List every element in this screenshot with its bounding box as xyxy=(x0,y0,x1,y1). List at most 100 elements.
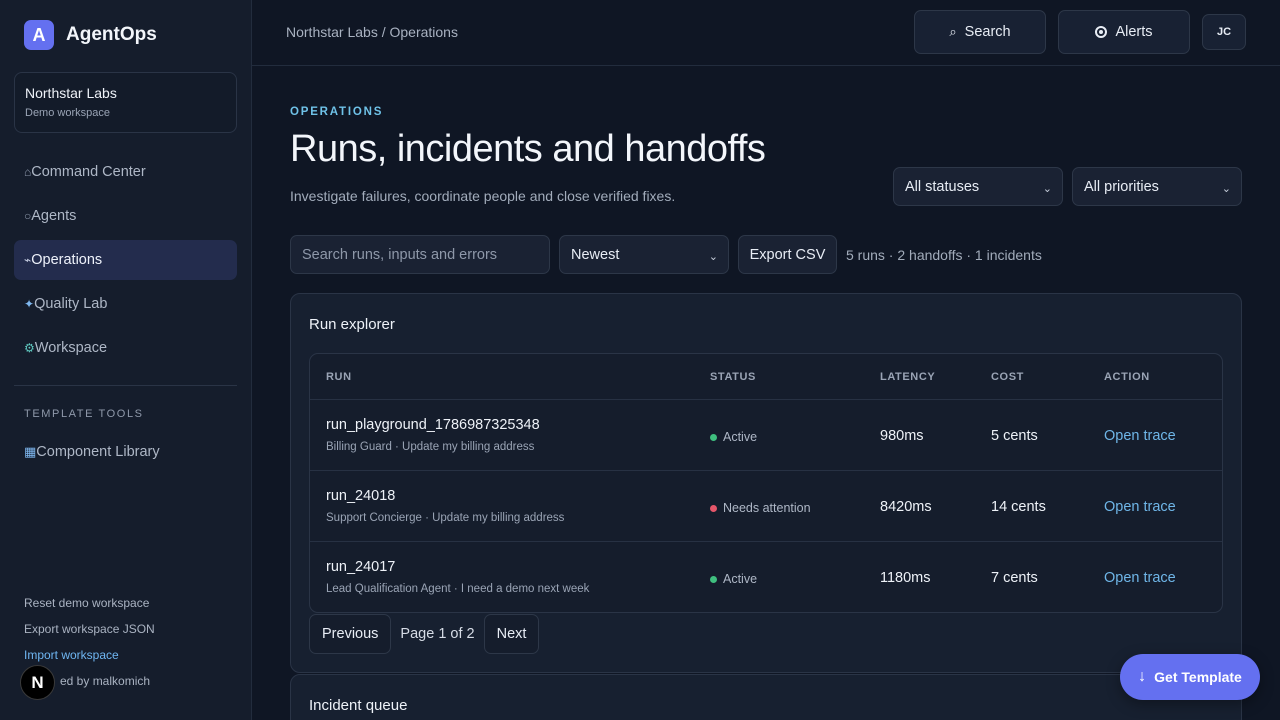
open-trace-link[interactable]: Open trace xyxy=(1104,570,1176,586)
column-status: STATUS xyxy=(710,371,756,383)
search-button[interactable]: ⌕ Search xyxy=(914,10,1046,54)
run-id: run_24017 xyxy=(326,559,396,575)
chevron-down-icon: ⌄ xyxy=(1221,183,1231,195)
status-badge: Needs attention xyxy=(710,501,811,515)
run-context: Billing Guard · Update my billing addres… xyxy=(326,441,535,453)
workspace-switcher[interactable]: Northstar Labs Demo workspace xyxy=(14,72,237,133)
get-template-label: Get Template xyxy=(1154,669,1242,685)
topbar: Northstar Labs / Operations ⌕ Search Ale… xyxy=(252,0,1280,66)
runs-table: RUN STATUS LATENCY COST ACTION run_playg… xyxy=(309,353,1223,613)
sidebar-item-quality-lab[interactable]: ✦ Quality Lab xyxy=(14,284,237,324)
status-badge: Active xyxy=(710,572,757,586)
run-id: run_playground_1786987325348 xyxy=(326,417,540,433)
runs-search-input[interactable] xyxy=(290,235,550,274)
page-title: Runs, incidents and handoffs xyxy=(290,128,766,170)
brand-logo: A xyxy=(24,20,54,50)
sparkle-icon: ✦ xyxy=(24,297,35,311)
priority-filter-value: All priorities xyxy=(1084,178,1159,195)
breadcrumb: Northstar Labs / Operations xyxy=(286,24,458,40)
workspace-subtitle: Demo workspace xyxy=(25,107,110,119)
operations-icon: ⌁ xyxy=(24,253,32,267)
table-row: run_playground_1786987325348 Billing Gua… xyxy=(310,400,1222,471)
incident-queue-title: Incident queue xyxy=(309,697,408,714)
open-trace-link[interactable]: Open trace xyxy=(1104,428,1176,444)
sidebar-item-command-center[interactable]: ⌂ Command Center xyxy=(14,152,237,192)
status-dot-icon xyxy=(710,433,717,441)
run-id: run_24018 xyxy=(326,488,396,504)
status-filter-select[interactable]: All statuses ⌄ xyxy=(893,167,1063,206)
chevron-down-icon: ⌄ xyxy=(1042,183,1052,195)
status-dot-icon xyxy=(710,575,717,583)
sidebar-nav: ⌂ Command Center ○ Agents ⌁ Operations ✦… xyxy=(14,152,237,372)
runs-summary: 5 runs · 2 handoffs · 1 incidents xyxy=(846,247,1042,263)
home-icon: ⌂ xyxy=(24,165,32,179)
column-action: ACTION xyxy=(1104,371,1150,383)
sidebar-item-label: Operations xyxy=(31,252,103,268)
run-explorer-panel: Run explorer RUN STATUS LATENCY COST ACT… xyxy=(290,293,1242,673)
sort-value: Newest xyxy=(571,246,620,263)
table-row: run_24017 Lead Qualification Agent · I n… xyxy=(310,542,1222,612)
status-dot-icon xyxy=(710,504,717,512)
sidebar-item-agents[interactable]: ○ Agents xyxy=(14,196,237,236)
sidebar-item-label: Command Center xyxy=(31,164,146,180)
next-page-button[interactable]: Next xyxy=(483,614,540,654)
column-cost: COST xyxy=(991,371,1024,383)
previous-page-button[interactable]: Previous xyxy=(309,614,392,654)
n-badge-icon[interactable]: N xyxy=(20,665,55,700)
table-row: run_24018 Support Concierge · Update my … xyxy=(310,471,1222,542)
run-latency: 1180ms xyxy=(880,570,931,586)
run-latency: 8420ms xyxy=(880,499,932,515)
priority-filter-select[interactable]: All priorities ⌄ xyxy=(1072,167,1242,206)
status-filter-value: All statuses xyxy=(905,178,980,195)
run-latency: 980ms xyxy=(880,428,924,444)
sidebar-divider xyxy=(14,385,237,386)
export-workspace-link[interactable]: Export workspace JSON xyxy=(24,622,155,648)
sidebar-item-component-library[interactable]: ▦ Component Library xyxy=(24,444,160,460)
export-csv-button[interactable]: Export CSV xyxy=(738,235,837,274)
table-header: RUN STATUS LATENCY COST ACTION xyxy=(310,354,1222,400)
search-icon: ⌕ xyxy=(949,24,957,39)
chevron-down-icon: ⌄ xyxy=(708,251,718,263)
status-label: Needs attention xyxy=(723,501,811,515)
template-tools-heading: TEMPLATE TOOLS xyxy=(24,408,144,420)
search-button-label: Search xyxy=(964,24,1011,40)
alerts-button-label: Alerts xyxy=(1115,24,1153,40)
sidebar-item-operations[interactable]: ⌁ Operations xyxy=(14,240,237,280)
get-template-button[interactable]: ↓ Get Template xyxy=(1120,654,1260,700)
run-cost: 14 cents xyxy=(991,499,1046,515)
open-trace-link[interactable]: Open trace xyxy=(1104,499,1176,515)
reset-workspace-link[interactable]: Reset demo workspace xyxy=(24,596,155,622)
column-latency: LATENCY xyxy=(880,371,936,383)
page-subtitle: Investigate failures, coordinate people … xyxy=(290,188,676,204)
brand-name: AgentOps xyxy=(66,24,157,45)
sidebar-item-label: Quality Lab xyxy=(34,296,108,312)
run-context: Support Concierge · Update my billing ad… xyxy=(326,512,565,524)
workspace-name: Northstar Labs xyxy=(25,85,117,101)
agents-icon: ○ xyxy=(24,209,32,223)
sidebar-item-label: Component Library xyxy=(36,444,160,460)
sort-select[interactable]: Newest ⌄ xyxy=(559,235,729,274)
run-cost: 5 cents xyxy=(991,428,1038,444)
sidebar-item-label: Agents xyxy=(31,208,77,224)
run-explorer-title: Run explorer xyxy=(309,316,395,333)
sidebar: A AgentOps Northstar Labs Demo workspace… xyxy=(0,0,252,720)
avatar[interactable]: JC xyxy=(1202,14,1246,50)
status-label: Active xyxy=(723,572,758,586)
gear-icon: ⚙ xyxy=(24,341,35,355)
status-label: Active xyxy=(723,430,758,444)
pagination: Previous Page 1 of 2 Next xyxy=(309,614,540,654)
alerts-button[interactable]: Alerts xyxy=(1058,10,1190,54)
status-badge: Active xyxy=(710,430,757,444)
sidebar-item-label: Workspace xyxy=(34,340,108,356)
download-icon: ↓ xyxy=(1138,668,1147,685)
run-cost: 7 cents xyxy=(991,570,1038,586)
alert-icon xyxy=(1095,26,1108,38)
incident-queue-panel: Incident queue xyxy=(290,674,1242,720)
grid-icon: ▦ xyxy=(24,444,37,459)
brand[interactable]: A AgentOps xyxy=(24,20,157,50)
sidebar-item-workspace[interactable]: ⚙ Workspace xyxy=(14,328,237,368)
column-run: RUN xyxy=(326,371,352,383)
page-indicator: Page 1 of 2 xyxy=(400,626,475,642)
run-context: Lead Qualification Agent · I need a demo… xyxy=(326,583,590,595)
page-eyebrow: OPERATIONS xyxy=(290,106,384,118)
